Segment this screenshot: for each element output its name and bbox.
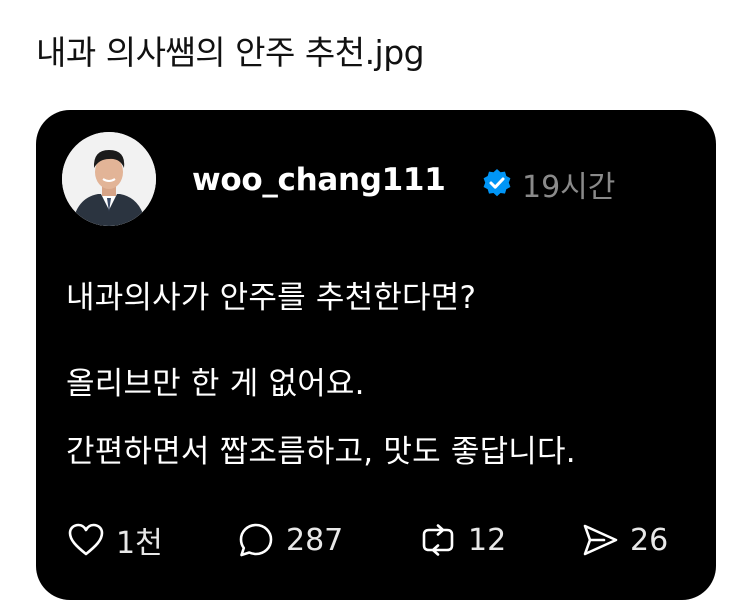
send-icon [583, 524, 618, 556]
avatar[interactable] [62, 132, 156, 226]
repost-button[interactable]: 12 [418, 518, 506, 562]
post-text-line-3: 간편하면서 짭조름하고, 맛도 좋답니다. [66, 434, 576, 470]
page-title: 내과 의사쌤의 안주 추천.jpg [36, 33, 425, 72]
share-button[interactable]: 26 [580, 518, 668, 562]
repost-icon [422, 524, 454, 556]
username[interactable]: woo_chang111 [192, 162, 446, 198]
post-text-line-1: 내과의사가 안주를 추천한다면? [66, 280, 477, 316]
post-text-line-2: 올리브만 한 게 없어요. [66, 366, 365, 402]
verified-badge-icon [483, 169, 511, 197]
heart-icon [68, 523, 104, 556]
post-time: 19시간 [522, 170, 616, 205]
post-card: woo_chang111 19시간 내과의사가 안주를 추천한다면? 올리브만 … [36, 110, 716, 600]
comment-bubble-icon [239, 523, 273, 557]
repost-count: 12 [468, 522, 507, 558]
like-count: 1천 [116, 526, 163, 561]
like-button[interactable]: 1천 [66, 518, 163, 562]
profile-photo-icon [62, 132, 156, 226]
share-count: 26 [630, 522, 669, 558]
comment-button[interactable]: 287 [236, 518, 343, 562]
comment-count: 287 [286, 522, 344, 558]
